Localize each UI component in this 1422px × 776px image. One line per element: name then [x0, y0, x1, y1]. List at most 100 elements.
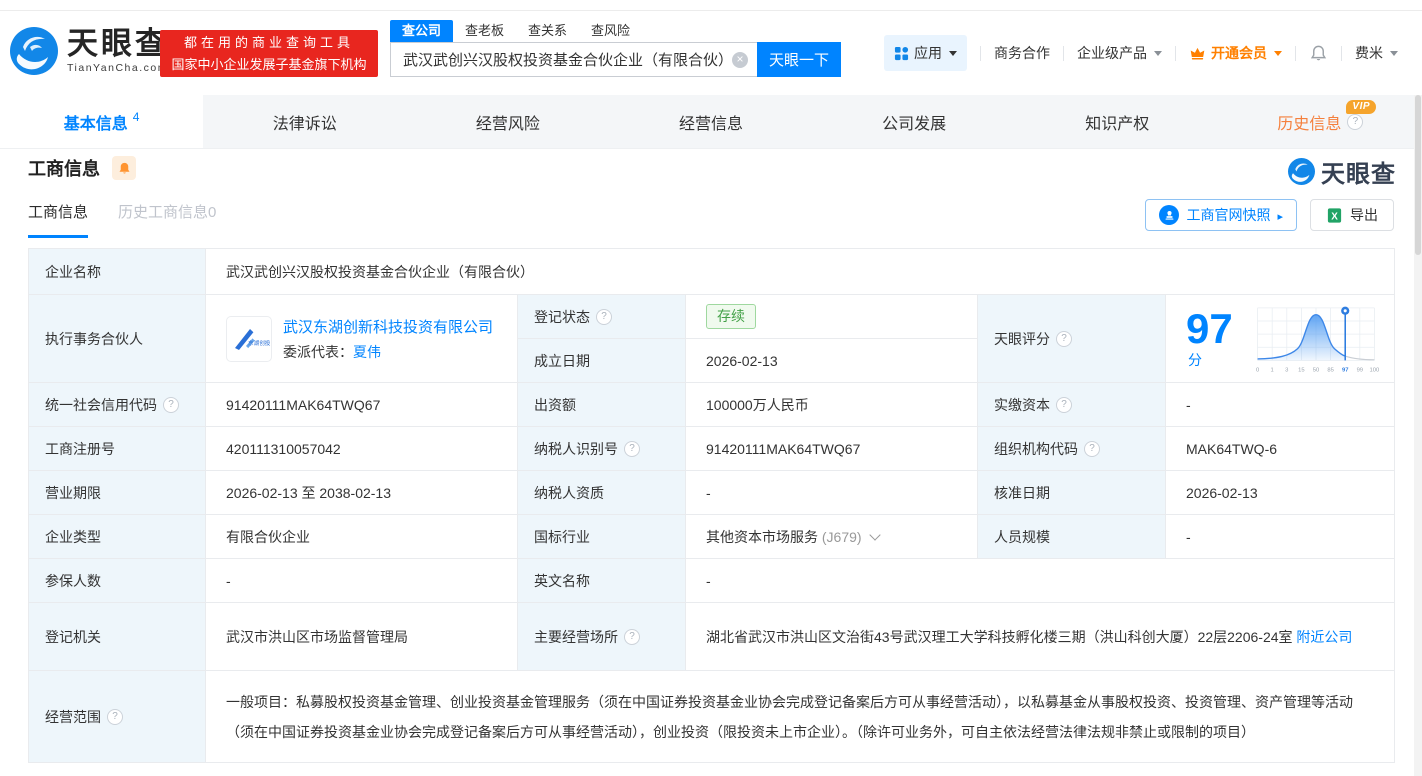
score-unit: 分 — [1188, 352, 1202, 368]
company-name-value: 武汉武创兴汉股权投资基金合伙企业（有限合伙） — [206, 249, 1395, 295]
search-input[interactable] — [391, 43, 757, 76]
tab-legal-litigation[interactable]: 法律诉讼 — [203, 95, 406, 148]
capital-label: 出资额 — [518, 383, 686, 427]
reg-number-value: 420111310057042 — [206, 427, 518, 471]
executive-partner-cell: 东湖创投 武汉东湖创新科技投资有限公司 委派代表：夏伟 — [206, 295, 518, 383]
business-cooperation-link[interactable]: 商务合作 — [994, 43, 1050, 63]
chevron-down-icon[interactable] — [870, 529, 881, 540]
search-tab-company[interactable]: 查公司 — [390, 20, 453, 42]
question-icon[interactable] — [1056, 331, 1072, 347]
clear-search-icon[interactable] — [732, 52, 748, 68]
question-icon[interactable] — [624, 441, 640, 457]
search-tabs: 查公司 查老板 查关系 查风险 — [390, 20, 841, 42]
paid-capital-value: - — [1166, 383, 1395, 427]
table-row: 登记机关 武汉市洪山区市场监督管理局 主要经营场所 湖北省武汉市洪山区文治街43… — [29, 603, 1395, 671]
reg-authority-label: 登记机关 — [29, 603, 206, 671]
address-label: 主要经营场所 — [518, 603, 686, 671]
search-button[interactable]: 天眼一下 — [757, 42, 841, 77]
tianyancha-logo[interactable]: 天眼查 TianYanCha.com — [10, 27, 169, 75]
business-scope-label: 经营范围 — [29, 671, 206, 763]
biz-term-label: 营业期限 — [29, 471, 206, 515]
site-header: 天眼查 TianYanCha.com 都在用的商业查询工具 国家中小企业发展子基… — [0, 11, 1422, 95]
reg-authority-value: 武汉市洪山区市场监督管理局 — [206, 603, 518, 671]
subtab-business-info[interactable]: 工商信息 — [28, 201, 88, 238]
divider — [980, 46, 981, 61]
svg-text:东湖创投: 东湖创投 — [248, 339, 271, 347]
slogan-badge: 都在用的商业查询工具 国家中小企业发展子基金旗下机构 — [160, 30, 378, 77]
insured-count-label: 参保人数 — [29, 559, 206, 603]
tab-company-development[interactable]: 公司发展 — [813, 95, 1016, 148]
company-nav-tabs: 基本信息 4 法律诉讼 经营风险 经营信息 公司发展 知识产权 VIP 历史信息 — [0, 95, 1422, 149]
open-vip-menu[interactable]: 开通会员 — [1189, 43, 1282, 63]
staff-size-value: - — [1166, 515, 1395, 559]
section-title: 工商信息 — [28, 155, 100, 181]
question-icon[interactable] — [1347, 114, 1363, 130]
industry-value[interactable]: 其他资本市场服务 (J679) — [686, 515, 978, 559]
arrow-right-icon — [1277, 207, 1283, 223]
tianyancha-company-page: 天眼查 TianYanCha.com 都在用的商业查询工具 国家中小企业发展子基… — [0, 0, 1422, 776]
search-area: 查公司 查老板 查关系 查风险 天眼一下 — [390, 20, 841, 77]
header-nav: 应用 商务合作 企业级产品 开通会员 — [884, 11, 1398, 95]
enterprise-products-menu[interactable]: 企业级产品 — [1077, 43, 1162, 63]
executive-partner-label: 执行事务合伙人 — [29, 295, 206, 383]
score-distribution-chart[interactable]: 0 1 3 15 50 85 97 99 100 — [1252, 302, 1380, 376]
tab-basic-info[interactable]: 基本信息 4 — [0, 95, 203, 148]
divider — [1175, 46, 1176, 61]
company-name-label: 企业名称 — [29, 249, 206, 295]
taxpayer-quality-label: 纳税人资质 — [518, 471, 686, 515]
tab-operation-risk[interactable]: 经营风险 — [406, 95, 609, 148]
tianyancha-watermark: 天眼查 — [1288, 154, 1396, 189]
est-date-label: 成立日期 — [518, 339, 686, 383]
scrollbar-thumb[interactable] — [1415, 95, 1421, 255]
table-row: 参保人数 - 英文名称 - — [29, 559, 1395, 603]
svg-text:99: 99 — [1357, 367, 1363, 373]
svg-text:3: 3 — [1285, 367, 1288, 373]
search-tab-boss[interactable]: 查老板 — [453, 20, 516, 42]
partner-company-link[interactable]: 武汉东湖创新科技投资有限公司 — [283, 319, 493, 336]
user-menu[interactable]: 费米 — [1355, 43, 1398, 63]
export-button[interactable]: X 导出 — [1310, 199, 1394, 231]
question-icon[interactable] — [596, 309, 612, 325]
paid-capital-label: 实缴资本 — [978, 383, 1166, 427]
question-icon[interactable] — [1056, 397, 1072, 413]
score-label: 天眼评分 — [978, 295, 1166, 383]
tab-history-info[interactable]: VIP 历史信息 — [1219, 95, 1422, 148]
chevron-down-icon — [1390, 51, 1398, 56]
english-name-label: 英文名称 — [518, 559, 686, 603]
table-row: 执行事务合伙人 东湖创投 武汉东湖创新科技投资有限公司 委派代表：夏伟 — [29, 295, 1395, 339]
question-icon[interactable] — [163, 397, 179, 413]
svg-text:97: 97 — [1342, 367, 1348, 373]
subtab-history-business-info[interactable]: 历史工商信息0 — [118, 201, 216, 238]
apps-grid-icon — [894, 46, 909, 61]
reg-status-value: 存续 — [686, 295, 978, 339]
tianyancha-logo-icon — [10, 27, 58, 75]
capital-value: 100000万人民币 — [686, 383, 978, 427]
search-tab-relation[interactable]: 查关系 — [516, 20, 579, 42]
table-row: 企业名称 武汉武创兴汉股权投资基金合伙企业（有限合伙） — [29, 249, 1395, 295]
approval-date-value: 2026-02-13 — [1166, 471, 1395, 515]
excel-icon: X — [1326, 207, 1343, 224]
apps-menu[interactable]: 应用 — [884, 35, 967, 71]
nearby-companies-link[interactable]: 附近公司 — [1296, 629, 1352, 645]
status-badge: 存续 — [706, 304, 756, 329]
rep-name-link[interactable]: 夏伟 — [353, 344, 381, 360]
question-icon[interactable] — [624, 629, 640, 645]
credit-code-label: 统一社会信用代码 — [29, 383, 206, 427]
logo-name: 天眼查 — [67, 28, 169, 60]
tab-intellectual-property[interactable]: 知识产权 — [1016, 95, 1219, 148]
company-type-value: 有限合伙企业 — [206, 515, 518, 559]
question-icon[interactable] — [1084, 441, 1100, 457]
svg-text:1: 1 — [1271, 367, 1274, 373]
section-header: 工商信息 — [28, 155, 136, 181]
slogan-line2: 国家中小企业发展子基金旗下机构 — [171, 54, 366, 76]
search-tab-risk[interactable]: 查风险 — [579, 20, 642, 42]
subscribe-bell-icon[interactable] — [112, 156, 136, 180]
org-code-value: MAK64TWQ-6 — [1166, 427, 1395, 471]
partner-company-logo[interactable]: 东湖创投 — [226, 316, 272, 362]
notifications-bell-icon[interactable] — [1309, 44, 1328, 63]
question-icon[interactable] — [107, 709, 123, 725]
scrollbar[interactable] — [1414, 95, 1422, 776]
tianyancha-watermark-icon — [1288, 158, 1315, 185]
tab-operation-info[interactable]: 经营信息 — [609, 95, 812, 148]
official-snapshot-button[interactable]: 工商官网快照 — [1145, 199, 1297, 231]
